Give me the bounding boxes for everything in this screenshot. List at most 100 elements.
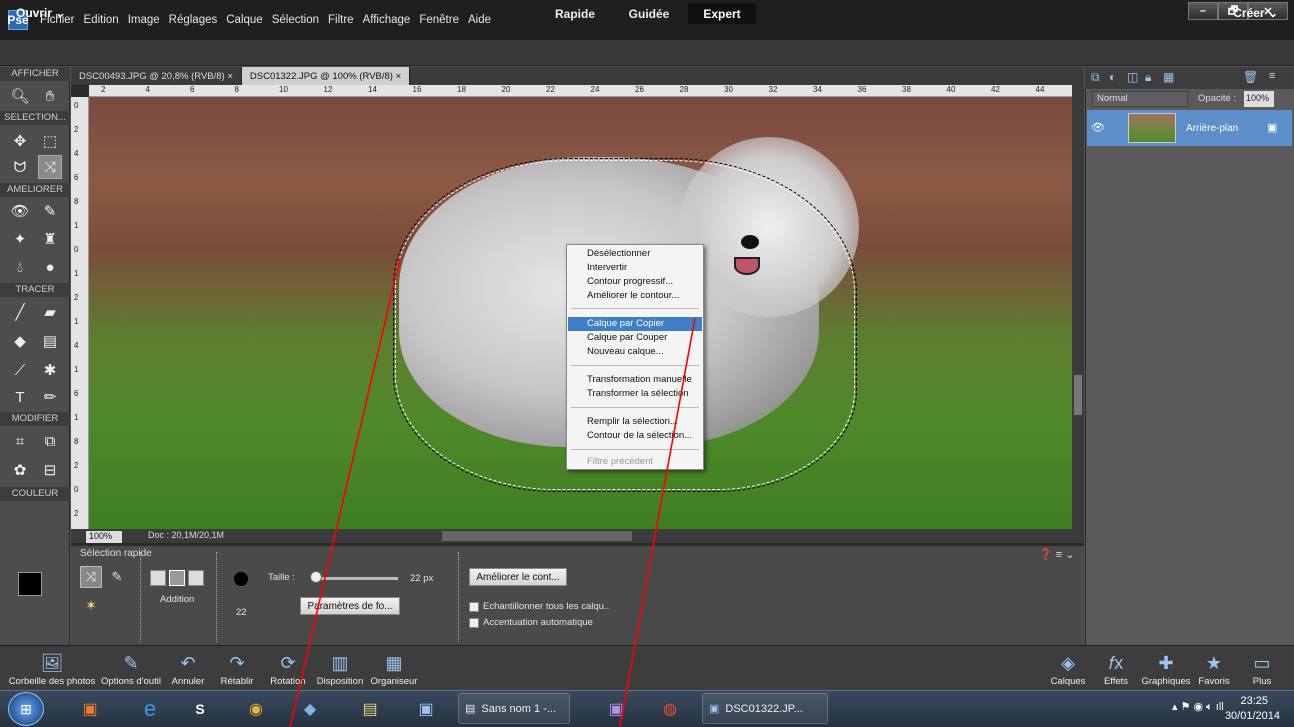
ctx-feather[interactable]: Contour progressif... — [568, 275, 702, 289]
ctx-stroke-selection[interactable]: Contour de la sélection... — [568, 429, 702, 443]
vertical-scroll-thumb[interactable] — [1074, 375, 1082, 415]
menu-edition[interactable]: Edition — [84, 14, 119, 26]
marquee-tool-icon[interactable]: ⬚ — [38, 129, 62, 153]
lasso-tool-icon[interactable]: ᗢ — [8, 155, 32, 179]
chrome-icon[interactable]: ◍ — [652, 693, 688, 724]
effects-button[interactable]: 𝑓x Effets — [1098, 645, 1134, 690]
graphics-button[interactable]: ✚ Graphiques — [1136, 645, 1196, 690]
photo-bin-button[interactable]: 🖼︎ Corbeille des photos — [6, 645, 98, 690]
more-button[interactable]: ▭ Plus — [1240, 645, 1284, 690]
shape-tool-icon[interactable]: ✱ — [38, 358, 62, 382]
clock-date[interactable]: 30/01/2014 — [1225, 710, 1280, 722]
blur-tool-icon[interactable]: 💧︎ — [8, 255, 32, 279]
magic-wand-icon[interactable]: ✶ — [80, 594, 102, 616]
favorites-button[interactable]: ★ Favoris — [1196, 645, 1232, 690]
menu-fenetre[interactable]: Fenêtre — [419, 14, 459, 26]
eyedropper-tool-icon[interactable]: ⟋ — [8, 358, 32, 382]
adjustment-layer-icon[interactable]: ◐ — [1109, 70, 1116, 84]
pencil-tool-icon[interactable]: ✏︎ — [38, 385, 62, 409]
help-menu-icon[interactable]: ❓ ≡ ⌄ — [1039, 548, 1074, 561]
menu-reglages[interactable]: Réglages — [169, 14, 218, 26]
lock-pixels-icon[interactable]: ▦ — [1163, 70, 1174, 84]
menu-image[interactable]: Image — [128, 14, 160, 26]
crop-tool-icon[interactable]: ⌗ — [8, 429, 32, 453]
clock-time[interactable]: 23:25 — [1240, 695, 1268, 707]
quick-selection-tool-icon[interactable]: ⤨ — [38, 155, 62, 179]
zoom-tool-icon[interactable]: 🔍︎ — [8, 84, 32, 108]
smart-brush-tool-icon[interactable]: ✦ — [8, 227, 32, 251]
paint-bucket-tool-icon[interactable]: ◆ — [8, 329, 32, 353]
new-layer-icon[interactable]: ⧉ — [1091, 70, 1100, 85]
layers-button[interactable]: ◈ Calques — [1046, 645, 1090, 690]
horizontal-scrollbar[interactable] — [442, 531, 632, 541]
new-selection-icon[interactable] — [150, 570, 166, 586]
blend-mode-select[interactable]: Normal — [1092, 91, 1188, 107]
menu-affichage[interactable]: Affichage — [363, 14, 411, 26]
clone-stamp-tool-icon[interactable]: ♜ — [38, 227, 62, 251]
file-explorer-icon[interactable]: ▤ — [350, 693, 390, 724]
tab-guidee[interactable]: Guidée — [617, 3, 681, 24]
taskbar-window-sans-nom[interactable]: ▤ Sans nom 1 -... — [458, 693, 570, 724]
selection-brush-icon[interactable]: ✎ — [106, 566, 128, 588]
lock-icon[interactable]: 🔒︎ — [1145, 70, 1151, 85]
internet-explorer-icon[interactable]: e — [130, 693, 170, 724]
layout-button[interactable]: ▥ Disposition — [312, 645, 368, 690]
trash-icon[interactable]: 🗑︎ — [1243, 70, 1258, 84]
ctx-transform-selection[interactable]: Transformer la sélection — [568, 387, 702, 401]
menu-aide[interactable]: Aide — [468, 14, 491, 26]
brush-tool-icon[interactable]: ╱ — [8, 300, 32, 324]
menu-calque[interactable]: Calque — [226, 14, 262, 26]
undo-button[interactable]: ↶ Annuler — [168, 645, 208, 690]
spot-healing-tool-icon[interactable]: ✎ — [38, 199, 62, 223]
subtract-selection-icon[interactable] — [188, 570, 204, 586]
hand-tool-icon[interactable]: ✋︎ — [38, 84, 62, 108]
brush-preview[interactable] — [234, 572, 248, 586]
auto-enhance-checkbox[interactable] — [469, 618, 479, 628]
layer-mask-icon[interactable]: ◫ — [1127, 70, 1138, 84]
book-app-icon[interactable]: ◆ — [290, 693, 330, 724]
move-tool-icon[interactable]: ✥ — [8, 129, 32, 153]
taskbar-window-dsc01322[interactable]: ▣ DSC01322.JP... — [702, 693, 828, 724]
size-slider-knob[interactable] — [310, 571, 322, 583]
visibility-eye-icon[interactable]: 👁︎ — [1091, 121, 1105, 134]
redo-button[interactable]: ↷ Rétablir — [214, 645, 260, 690]
vertical-scrollbar[interactable] — [1072, 85, 1084, 530]
ctx-fill-selection[interactable]: Remplir la sélection... — [568, 415, 702, 429]
skype-icon[interactable]: S — [180, 693, 220, 724]
opacity-field[interactable]: 100% — [1244, 91, 1274, 107]
straighten-tool-icon[interactable]: ⊟ — [38, 458, 62, 482]
minimize-button[interactable]: – — [1188, 2, 1218, 20]
ctx-layer-via-copy[interactable]: Calque par Copier — [568, 317, 702, 331]
open-menu-button[interactable]: Ouvrir ⌄ — [16, 6, 65, 20]
create-menu-button[interactable]: Créer ⌄ — [1233, 6, 1278, 20]
text-tool-icon[interactable]: T — [8, 385, 32, 409]
zoom-level-field[interactable]: 100% — [86, 531, 122, 543]
ctx-new-layer[interactable]: Nouveau calque... — [568, 345, 702, 359]
quick-selection-icon[interactable]: ⤨ — [80, 566, 102, 588]
panel-menu-icon[interactable]: ≡ — [1269, 70, 1275, 82]
add-selection-icon[interactable] — [169, 570, 185, 586]
eraser-tool-icon[interactable]: ▰ — [38, 300, 62, 324]
brush-params-button[interactable]: Paramètres de fo... — [300, 597, 400, 615]
size-slider-track[interactable] — [314, 577, 398, 580]
tab-expert[interactable]: Expert — [688, 3, 756, 24]
tab-rapide[interactable]: Rapide — [545, 3, 605, 24]
red-eye-tool-icon[interactable]: 👁︎ — [8, 199, 32, 223]
ctx-layer-via-cut[interactable]: Calque par Couper — [568, 331, 702, 345]
sponge-tool-icon[interactable]: ● — [38, 255, 62, 279]
tray-icons[interactable]: ▴ ⚑ ◉ 🔈︎ ıll — [1172, 700, 1224, 714]
content-aware-move-tool-icon[interactable]: ✿ — [8, 458, 32, 482]
foreground-color-swatch[interactable] — [18, 572, 42, 596]
ctx-deselect[interactable]: Désélectionner — [568, 247, 702, 261]
ctx-invert[interactable]: Intervertir — [568, 261, 702, 275]
gradient-tool-icon[interactable]: ▤ — [38, 329, 62, 353]
sample-all-layers-checkbox[interactable] — [469, 602, 479, 612]
doc-tab-dsc00493[interactable]: DSC00493.JPG @ 20,8% (RVB/8) × — [71, 67, 242, 85]
rotation-button[interactable]: ⟳ Rotation — [266, 645, 310, 690]
picasa-icon[interactable]: ◉ — [236, 693, 276, 724]
tool-options-button[interactable]: ✎ Options d'outil — [98, 645, 164, 690]
start-button-icon[interactable]: ⊞ — [8, 692, 44, 726]
recompose-tool-icon[interactable]: ⧉ — [38, 429, 62, 453]
organizer-button[interactable]: ▦ Organiseur — [364, 645, 424, 690]
menu-filtre[interactable]: Filtre — [328, 14, 354, 26]
